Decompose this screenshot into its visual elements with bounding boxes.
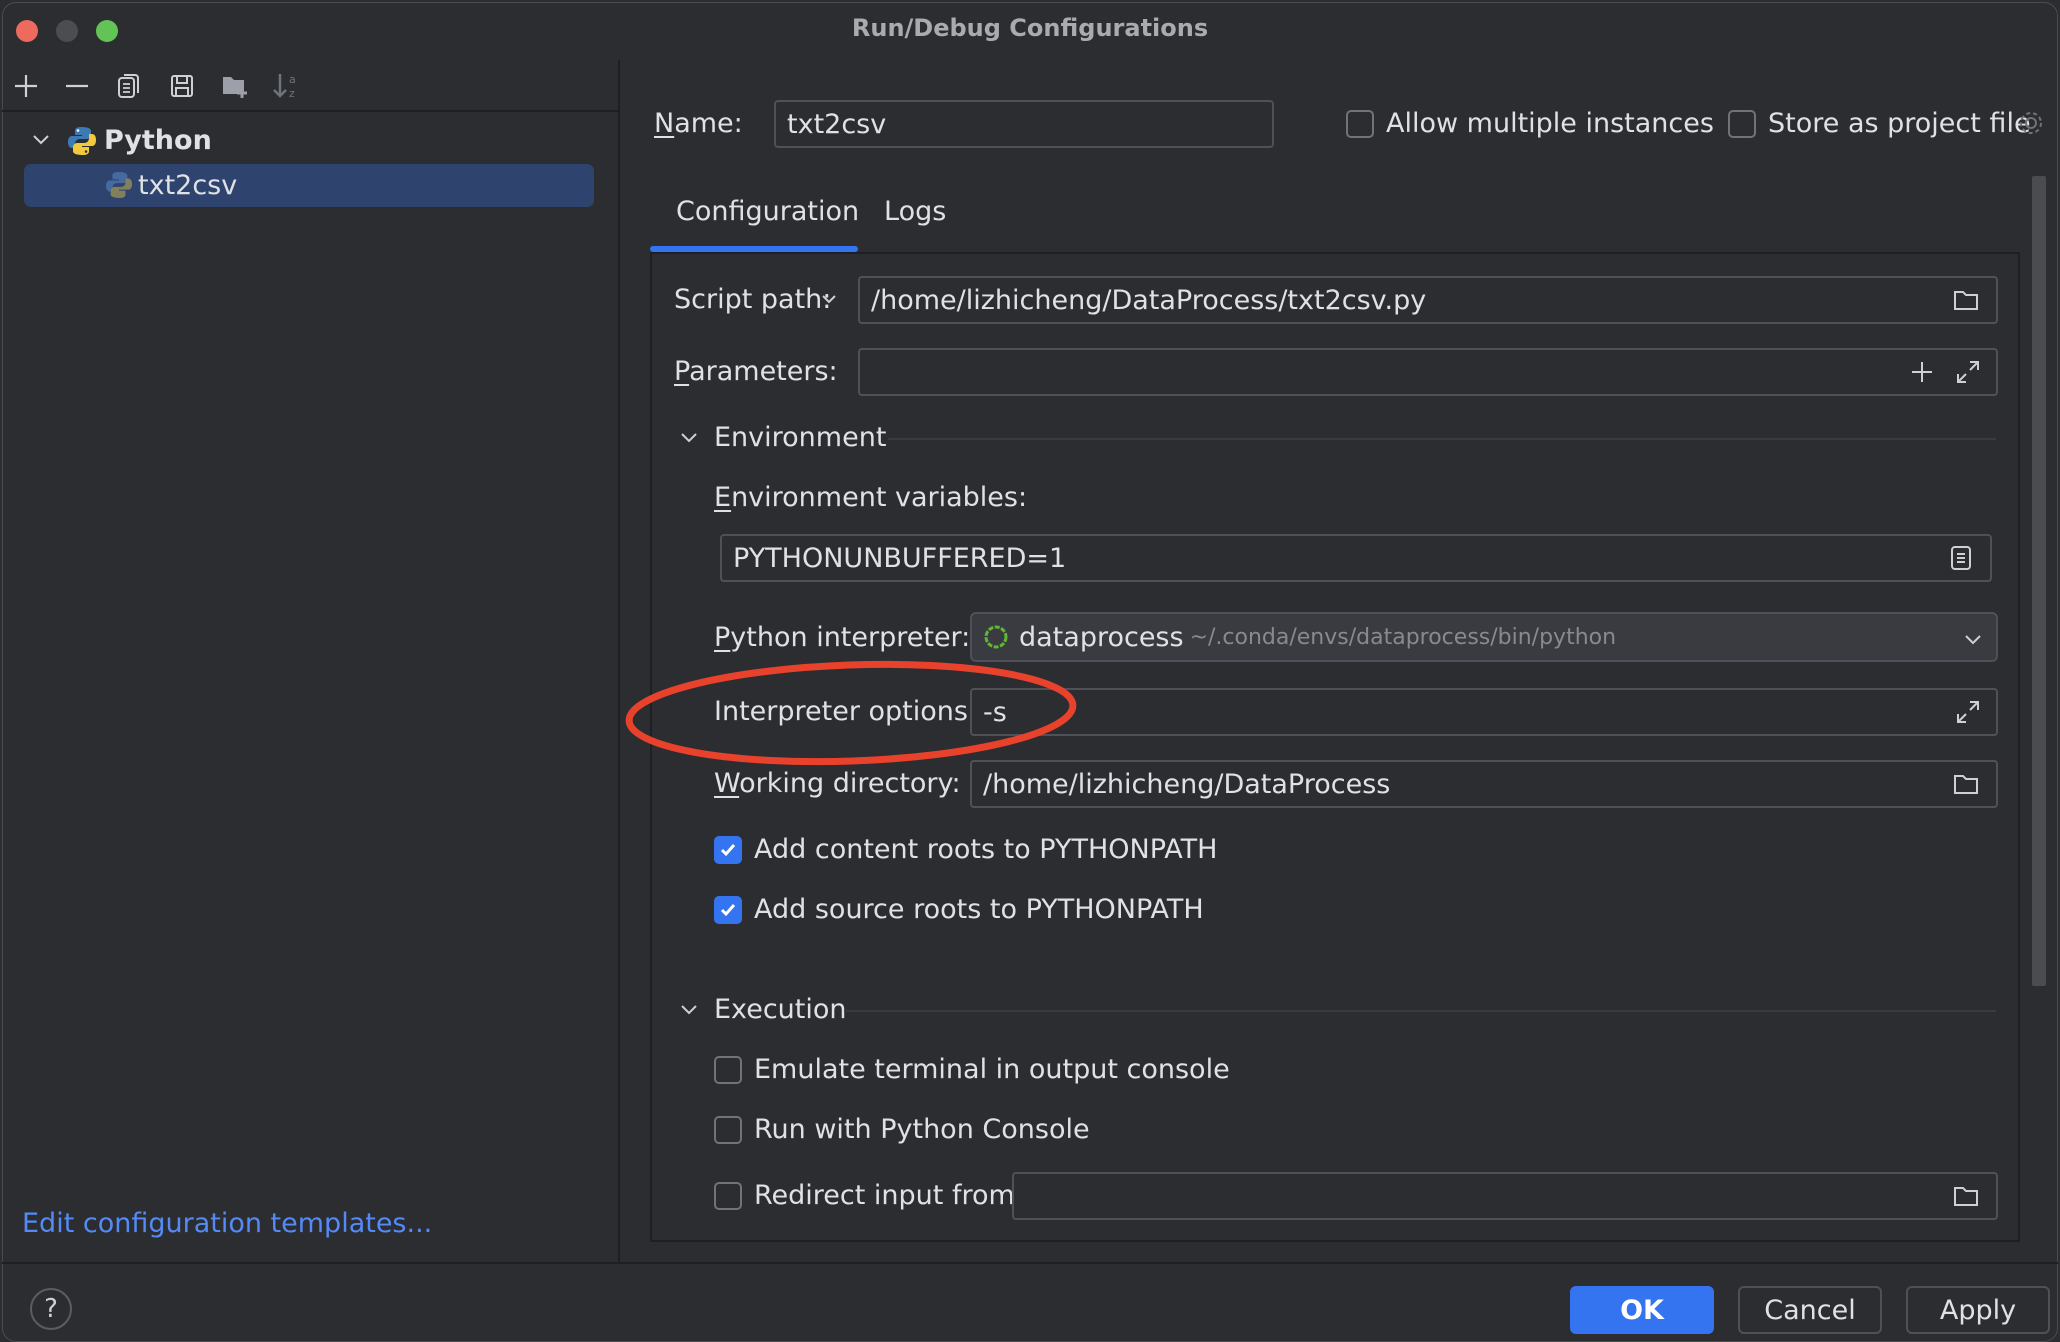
environment-divider <box>888 438 1996 440</box>
name-label: Name: <box>654 108 743 139</box>
conda-env-icon <box>983 624 1009 650</box>
scrollbar-thumb[interactable] <box>2032 176 2046 986</box>
chevron-down-icon[interactable] <box>30 128 52 150</box>
python-icon <box>68 126 96 156</box>
script-path-value: /home/lizhicheng/DataProcess/txt2csv.py <box>871 284 1427 316</box>
interpreter-label: Python interpreter: <box>714 622 971 653</box>
add-content-roots-label: Add content roots to PYTHONPATH <box>754 834 1218 865</box>
apply-button[interactable]: Apply <box>1906 1286 2050 1334</box>
new-folder-icon[interactable] <box>217 68 253 104</box>
allow-multiple-checkbox[interactable] <box>1346 110 1374 138</box>
env-vars-label: Environment variables: <box>714 482 1028 513</box>
sort-alpha-icon[interactable]: az <box>268 68 304 104</box>
execution-divider <box>844 1010 1996 1012</box>
add-source-roots-label: Add source roots to PYTHONPATH <box>754 894 1204 925</box>
environment-section-title[interactable]: Environment <box>714 422 886 453</box>
python-console-checkbox[interactable] <box>714 1116 742 1144</box>
emulate-terminal-checkbox[interactable] <box>714 1056 742 1084</box>
store-project-checkbox[interactable] <box>1728 110 1756 138</box>
expand-icon[interactable] <box>1954 358 1982 386</box>
interpreter-name: dataprocess <box>1019 621 1184 653</box>
store-project-label: Store as project file <box>1768 108 2031 139</box>
add-macro-icon[interactable] <box>1908 358 1936 386</box>
folder-icon[interactable] <box>1952 286 1980 314</box>
remove-icon[interactable] <box>59 68 95 104</box>
tree-item-label: txt2csv <box>138 170 238 201</box>
environment-chevron-icon[interactable] <box>678 426 700 448</box>
add-source-roots-checkbox[interactable] <box>714 896 742 924</box>
script-path-label[interactable]: Script path: <box>674 284 831 315</box>
redirect-input-checkbox[interactable] <box>714 1182 742 1210</box>
toolbar-divider <box>2 110 618 112</box>
allow-multiple-label: Allow multiple instances <box>1386 108 1714 139</box>
footer-divider <box>2 1262 2058 1264</box>
name-input[interactable]: txt2csv <box>774 100 1274 148</box>
svg-text:z: z <box>289 87 295 100</box>
expand-options-icon[interactable] <box>1954 698 1982 726</box>
python-console-label: Run with Python Console <box>754 1114 1090 1145</box>
execution-chevron-icon[interactable] <box>678 998 700 1020</box>
redirect-input-field[interactable] <box>1012 1172 1998 1220</box>
interpreter-path: ~/.conda/envs/dataprocess/bin/python <box>1189 624 1617 650</box>
tab-logs[interactable]: Logs <box>884 196 946 227</box>
edit-templates-link[interactable]: Edit configuration templates... <box>22 1208 432 1239</box>
tree-group-python[interactable]: Python <box>104 125 212 156</box>
parameters-label: Parameters: <box>674 356 838 387</box>
interpreter-options-input[interactable]: -s <box>970 688 1998 736</box>
help-button[interactable]: ? <box>30 1288 72 1330</box>
redirect-folder-icon[interactable] <box>1952 1182 1980 1210</box>
tab-configuration[interactable]: Configuration <box>676 196 859 227</box>
cancel-button[interactable]: Cancel <box>1738 1286 1882 1334</box>
working-dir-folder-icon[interactable] <box>1952 770 1980 798</box>
working-dir-label: Working directory: <box>714 768 961 799</box>
save-icon[interactable] <box>164 68 200 104</box>
add-icon[interactable] <box>8 68 44 104</box>
execution-section-title[interactable]: Execution <box>714 994 847 1025</box>
interpreter-dropdown-icon[interactable] <box>1962 628 1984 650</box>
redirect-input-label: Redirect input from: <box>754 1180 1024 1211</box>
emulate-terminal-label: Emulate terminal in output console <box>754 1054 1230 1085</box>
python-config-icon <box>106 171 132 199</box>
working-dir-input[interactable]: /home/lizhicheng/DataProcess <box>970 760 1998 808</box>
add-content-roots-checkbox[interactable] <box>714 836 742 864</box>
edit-env-vars-icon[interactable] <box>1948 544 1974 572</box>
script-path-input[interactable]: /home/lizhicheng/DataProcess/txt2csv.py <box>858 276 1998 324</box>
env-vars-input[interactable]: PYTHONUNBUFFERED=1 <box>720 534 1992 582</box>
interpreter-select[interactable]: dataprocess ~/.conda/envs/dataprocess/bi… <box>970 612 1998 662</box>
copy-icon[interactable] <box>111 68 147 104</box>
window-title: Run/Debug Configurations <box>851 14 1209 42</box>
parameters-input[interactable] <box>858 348 1998 396</box>
gear-icon[interactable] <box>2016 108 2046 138</box>
annotation-ellipse <box>625 660 1077 766</box>
script-path-dropdown-icon[interactable] <box>820 290 838 308</box>
svg-text:a: a <box>289 73 296 86</box>
ok-button[interactable]: OK <box>1570 1286 1714 1334</box>
